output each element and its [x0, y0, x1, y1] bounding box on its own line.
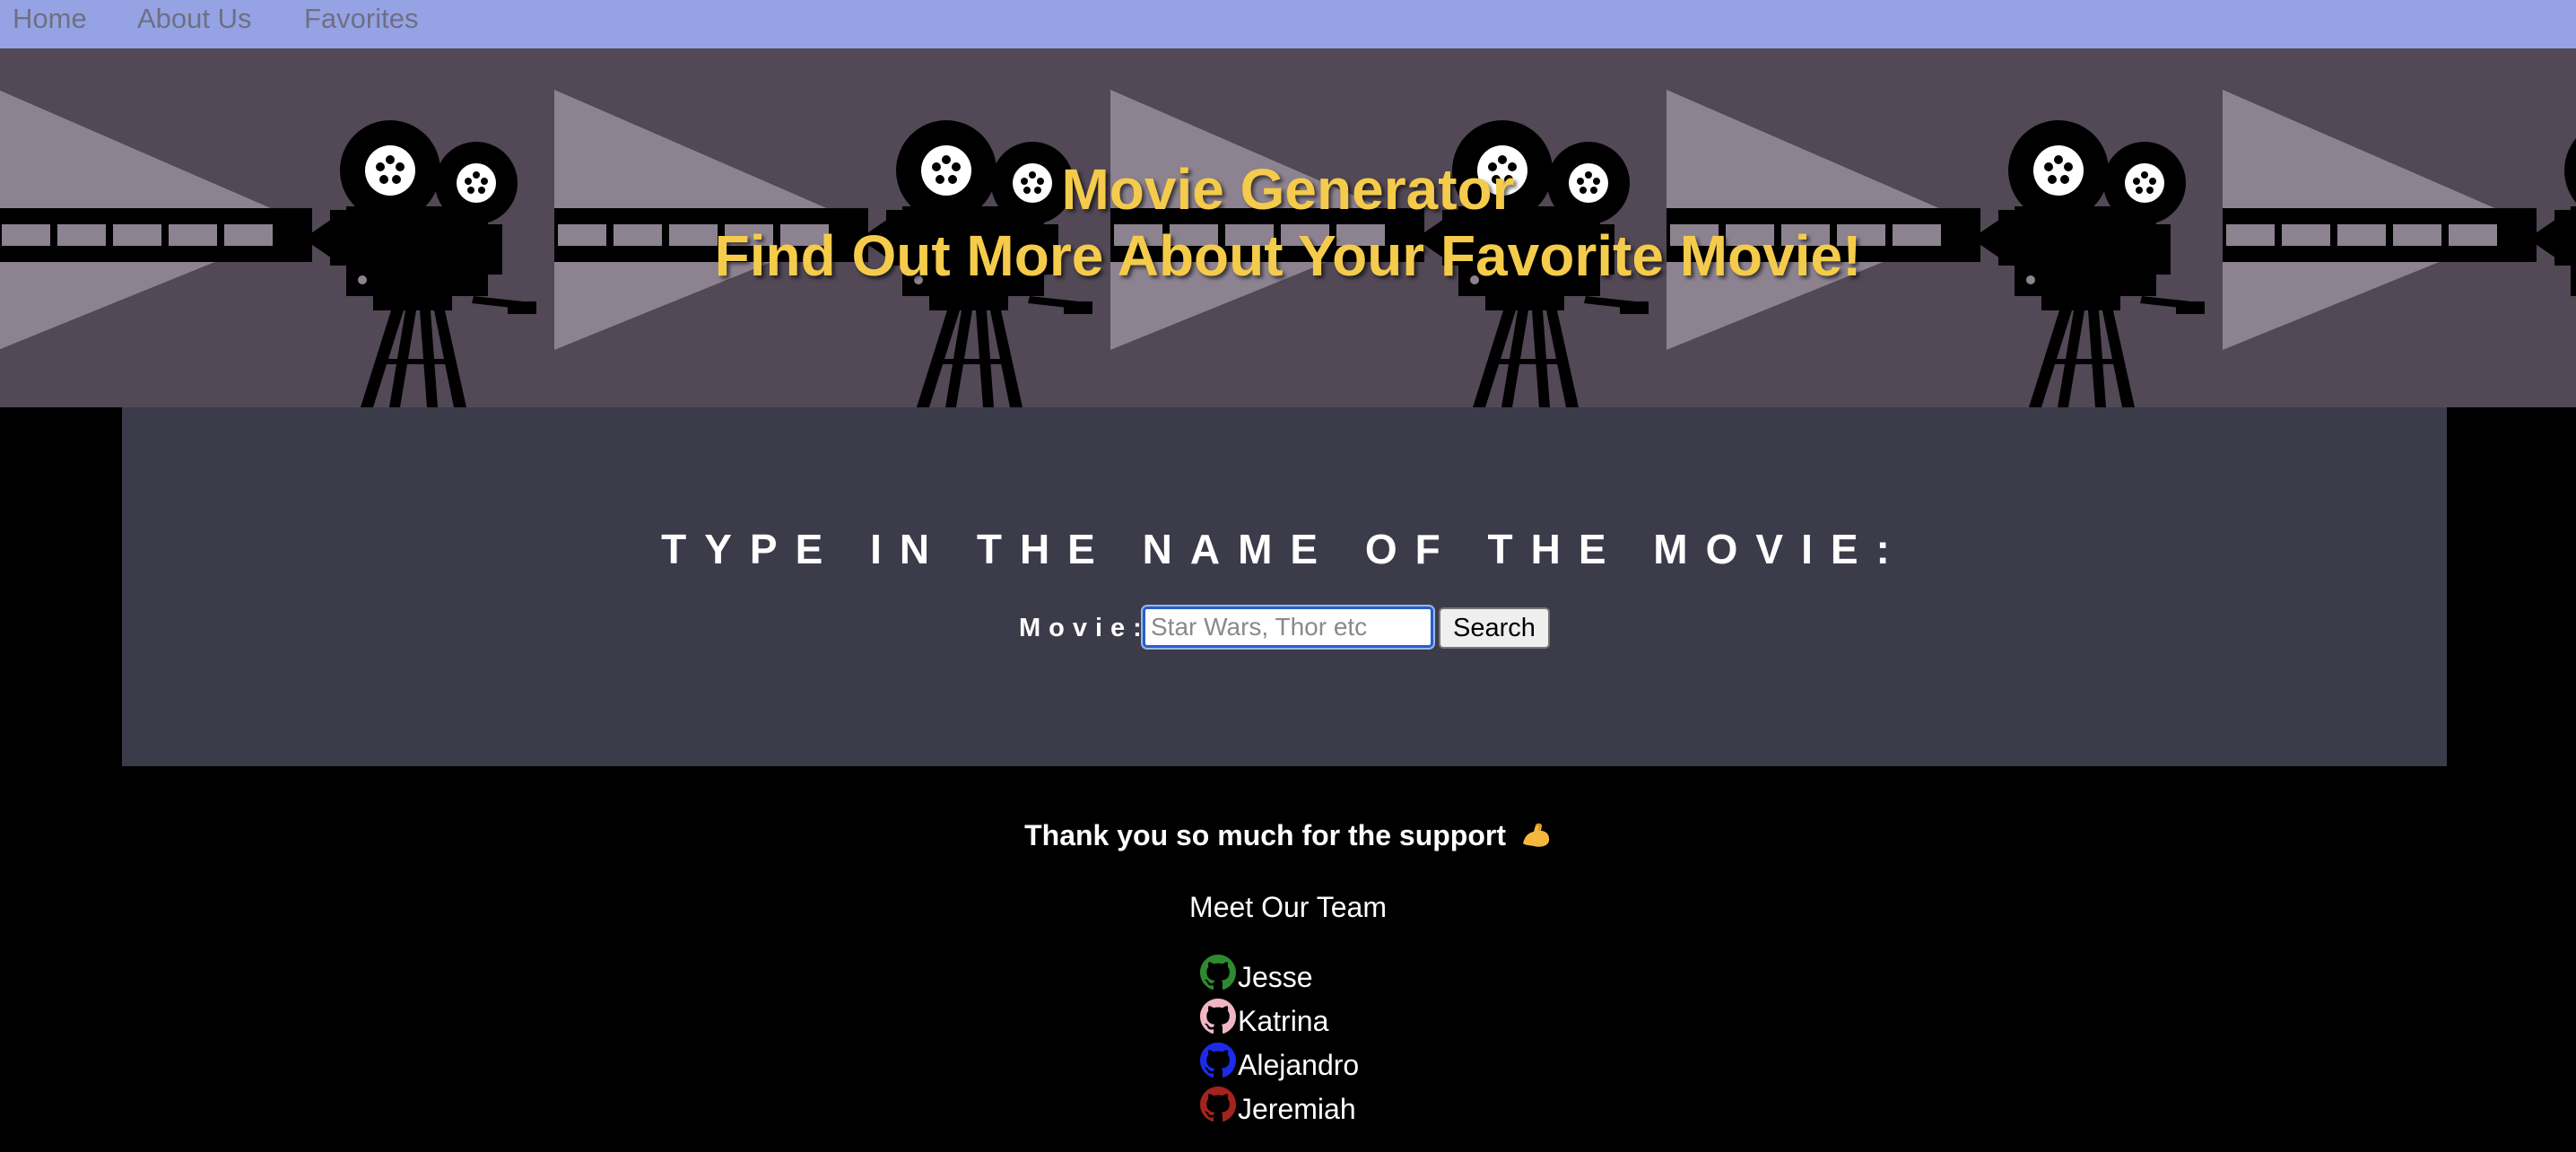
hero-banner: Movie Generator Find Out More About Your…	[0, 48, 2576, 407]
team-member-name: Jeremiah	[1238, 1093, 1356, 1125]
site-title: Movie Generator	[1061, 157, 1515, 222]
search-button[interactable]: Search	[1439, 607, 1550, 649]
movie-search-input[interactable]	[1141, 605, 1435, 650]
team-member-jesse[interactable]: Jesse	[1200, 955, 1469, 999]
team-member-name: Katrina	[1238, 1005, 1329, 1037]
team-list: Jesse Katrina Alejandro Jeremiah	[1200, 955, 1469, 1130]
thanks-text: Thank you so much for the support	[1024, 819, 1506, 851]
site-tagline: Find Out More About Your Favorite Movie!	[714, 223, 1862, 288]
github-icon[interactable]	[1200, 1043, 1236, 1078]
hero-heading: Movie Generator Find Out More About Your…	[0, 156, 2576, 289]
nav-link-favorites[interactable]: Favorites	[304, 3, 418, 35]
thanks-message: Thank you so much for the support	[0, 818, 2576, 852]
top-nav: Home About Us Favorites	[0, 0, 2576, 48]
search-form: Movie: Search	[122, 605, 2447, 650]
nav-link-about-us[interactable]: About Us	[137, 3, 252, 35]
flexed-biceps-emoji	[1522, 823, 1550, 847]
search-heading: TYPE IN THE NAME OF THE MOVIE:	[661, 526, 1908, 572]
github-icon[interactable]	[1200, 955, 1236, 991]
github-icon[interactable]	[1200, 999, 1236, 1034]
nav-link-home[interactable]: Home	[13, 3, 87, 35]
team-member-name: Jesse	[1238, 961, 1313, 993]
search-panel: TYPE IN THE NAME OF THE MOVIE: Movie: Se…	[122, 407, 2447, 766]
team-member-katrina[interactable]: Katrina	[1200, 999, 1469, 1043]
team-member-alejandro[interactable]: Alejandro	[1200, 1043, 1469, 1087]
team-member-name: Alejandro	[1238, 1049, 1360, 1081]
github-icon[interactable]	[1200, 1087, 1236, 1122]
team-member-jeremiah[interactable]: Jeremiah	[1200, 1087, 1469, 1130]
movie-label: Movie:	[1019, 614, 1150, 642]
meet-team-heading: Meet Our Team	[1189, 891, 1387, 923]
